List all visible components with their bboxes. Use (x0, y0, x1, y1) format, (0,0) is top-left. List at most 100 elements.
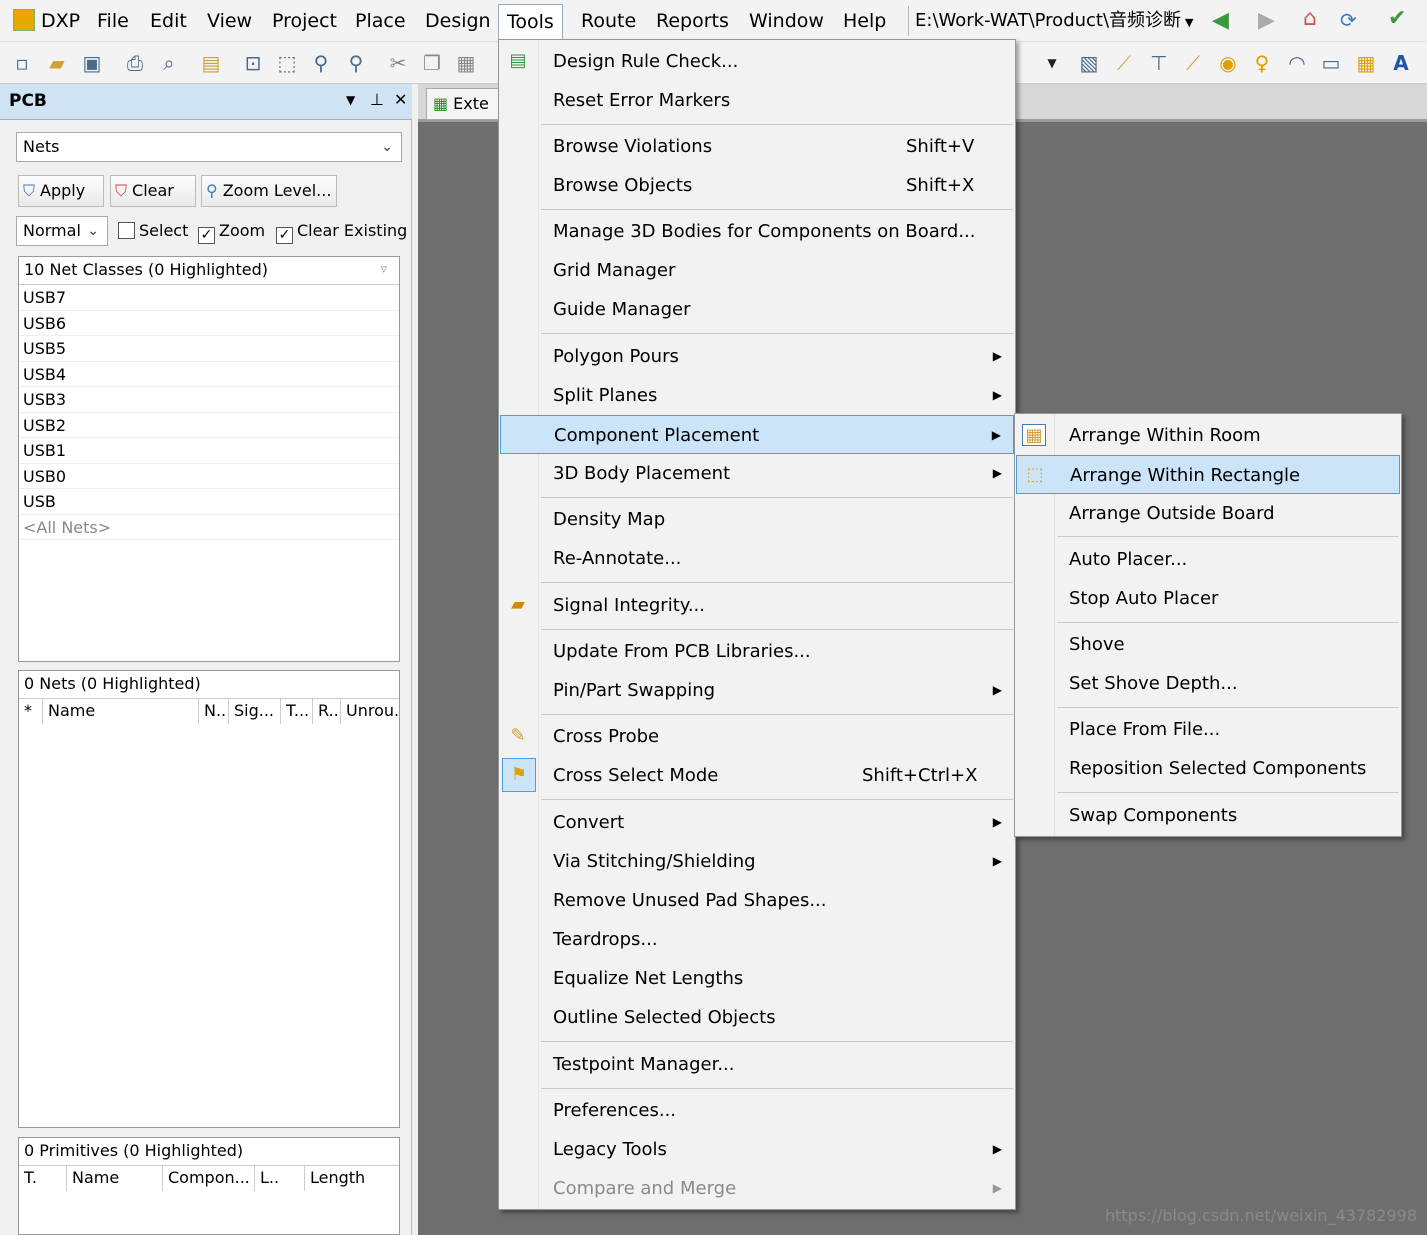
chevron-down-icon[interactable]: ▼ (1040, 51, 1064, 75)
list-item[interactable]: USB0 (19, 464, 399, 489)
menu-item-teardrops[interactable]: Teardrops... (500, 920, 1014, 959)
copy-icon[interactable]: ❐ (420, 51, 444, 75)
menu-item-testpoint-manager[interactable]: Testpoint Manager... (500, 1045, 1014, 1084)
list-item[interactable]: USB4 (19, 362, 399, 387)
via-icon[interactable]: ♀ (1250, 51, 1274, 75)
list-item[interactable]: USB3 (19, 387, 399, 413)
clear-button[interactable]: ⛉ Clear (110, 175, 196, 207)
panel-menu-icon[interactable]: ▼ (346, 93, 355, 107)
menu-project[interactable]: Project (269, 8, 340, 34)
menu-item-outline-selected-objects[interactable]: Outline Selected Objects (500, 998, 1014, 1037)
menu-place[interactable]: Place (352, 8, 409, 34)
fill-icon[interactable]: ▭ (1319, 51, 1343, 75)
menu-item-signal-integrity[interactable]: ▰ Signal Integrity... (500, 586, 1014, 625)
string-icon[interactable]: A (1389, 51, 1413, 75)
zoom-checkbox[interactable]: ✓ Zoom (198, 220, 265, 244)
menu-item-reposition-selected-components[interactable]: Reposition Selected Components (1016, 749, 1400, 788)
menu-item-arrange-within-room[interactable]: ▦ Arrange Within Room (1016, 416, 1400, 455)
menu-item-compare-and-merge[interactable]: Compare and Merge ▶ (500, 1169, 1014, 1208)
save-icon[interactable]: ▣ (80, 51, 104, 75)
menu-reports[interactable]: Reports (653, 8, 732, 34)
select-checkbox[interactable]: Select (118, 220, 188, 242)
open-project-icon[interactable]: ▤ (199, 51, 223, 75)
cut-icon[interactable]: ✂ (386, 51, 410, 75)
col-unrouted[interactable]: Unrou... (341, 699, 399, 724)
menu-item-remove-unused-pad-shapes[interactable]: Remove Unused Pad Shapes... (500, 881, 1014, 920)
sort-icon[interactable]: ▿ (380, 257, 387, 283)
path-combo[interactable]: E:\Work-WAT\Product\音频诊断 ▼ (908, 6, 1208, 36)
menu-item-grid-manager[interactable]: Grid Manager (500, 251, 1014, 290)
menu-item-polygon-pours[interactable]: Polygon Pours ▶ (500, 337, 1014, 376)
col-name[interactable]: Name (43, 699, 199, 724)
pin-icon[interactable]: ⊥ (370, 90, 384, 109)
dxp-menu[interactable]: DXP (10, 8, 83, 34)
zoom-fit-icon[interactable]: ⊡ (241, 51, 265, 75)
menu-item-legacy-tools[interactable]: Legacy Tools ▶ (500, 1130, 1014, 1169)
mask-mode-select[interactable]: Normal ⌄ (16, 216, 108, 246)
menu-edit[interactable]: Edit (147, 8, 190, 34)
list-item[interactable]: USB (19, 489, 399, 515)
menu-design[interactable]: Design (422, 8, 494, 34)
menu-item-browse-violations[interactable]: Browse Violations Shift+V (500, 127, 1014, 166)
col-signal[interactable]: Sig... (229, 699, 281, 724)
col-length[interactable]: Length (305, 1166, 399, 1191)
zoom-area-icon[interactable]: ⬚ (275, 51, 299, 75)
menu-item-cross-select-mode[interactable]: ⚑ Cross Select Mode Shift+Ctrl+X (500, 756, 1014, 795)
print-preview-icon[interactable]: ⌕ (157, 51, 181, 75)
list-item[interactable]: USB1 (19, 438, 399, 464)
pad-icon[interactable]: ◉ (1216, 51, 1240, 75)
menu-item-arrange-within-rectangle[interactable]: ⬚ Arrange Within Rectangle (1016, 455, 1400, 494)
close-icon[interactable]: ✕ (394, 90, 407, 109)
menu-item-stop-auto-placer[interactable]: Stop Auto Placer (1016, 579, 1400, 618)
panel-mode-select[interactable]: Nets ⌄ (16, 132, 402, 162)
menu-item-place-from-file[interactable]: Place From File... (1016, 710, 1400, 749)
home-icon[interactable]: ⌂ (1303, 6, 1317, 31)
menu-item-swap-components[interactable]: Swap Components (1016, 796, 1400, 835)
polygon-icon[interactable]: ▦ (1354, 51, 1378, 75)
list-item[interactable]: USB5 (19, 336, 399, 362)
menu-item-density-map[interactable]: Density Map (500, 500, 1014, 539)
menu-item-via-stitching[interactable]: Via Stitching/Shielding ▶ (500, 842, 1014, 881)
menu-help[interactable]: Help (840, 8, 889, 34)
menu-item-shove[interactable]: Shove (1016, 625, 1400, 664)
menu-item-re-annotate[interactable]: Re-Annotate... (500, 539, 1014, 578)
list-item[interactable]: USB7 (19, 285, 399, 311)
col-type[interactable]: T. (19, 1166, 67, 1191)
menu-item-design-rule-check[interactable]: ▤ Design Rule Check... (500, 42, 1014, 81)
menu-file[interactable]: File (94, 8, 132, 34)
zoom-level-button[interactable]: ⚲ Zoom Level... (201, 175, 337, 207)
col-component[interactable]: Compon... (163, 1166, 255, 1191)
menu-window[interactable]: Window (746, 8, 827, 34)
col-node-count[interactable]: N.. (199, 699, 229, 724)
pcb-doc-icon[interactable]: ✔ (1388, 6, 1406, 31)
clear-existing-checkbox[interactable]: ✓ Clear Existing (276, 220, 407, 244)
list-item[interactable]: <All Nets> (19, 515, 399, 540)
menu-item-browse-objects[interactable]: Browse Objects Shift+X (500, 166, 1014, 205)
menu-item-guide-manager[interactable]: Guide Manager (500, 290, 1014, 329)
menu-route[interactable]: Route (578, 8, 639, 34)
paste-icon[interactable]: ▦ (454, 51, 478, 75)
list-item[interactable]: USB6 (19, 311, 399, 336)
print-icon[interactable]: ⎙ (123, 51, 147, 75)
route-diff-pair-icon[interactable]: ⟋ (1112, 51, 1136, 75)
col-layer[interactable]: L.. (255, 1166, 305, 1191)
menu-item-split-planes[interactable]: Split Planes ▶ (500, 376, 1014, 415)
menu-item-manage-3d-bodies[interactable]: Manage 3D Bodies for Components on Board… (500, 212, 1014, 251)
back-icon[interactable]: ◀ (1212, 8, 1229, 33)
refresh-icon[interactable]: ⟳ (1340, 8, 1357, 32)
col-name[interactable]: Name (67, 1166, 163, 1191)
interactive-route-icon[interactable]: ▧ (1077, 51, 1101, 75)
menu-item-reset-error-markers[interactable]: Reset Error Markers (500, 81, 1014, 120)
menu-item-preferences[interactable]: Preferences... (500, 1091, 1014, 1130)
menu-item-update-from-pcb-libraries[interactable]: Update From PCB Libraries... (500, 632, 1014, 671)
zoom-selected-icon[interactable]: ⚲ (309, 51, 333, 75)
document-tab[interactable]: ▦ Exte (426, 88, 506, 120)
new-icon[interactable]: ▫ (10, 51, 34, 75)
menu-item-auto-placer[interactable]: Auto Placer... (1016, 540, 1400, 579)
interactive-length-icon[interactable]: ⟋ (1181, 51, 1205, 75)
list-item[interactable]: USB2 (19, 413, 399, 438)
menu-item-3d-body-placement[interactable]: 3D Body Placement ▶ (500, 454, 1014, 493)
menu-view[interactable]: View (204, 8, 255, 34)
col-star[interactable]: * (19, 699, 43, 724)
open-icon[interactable]: ▰ (45, 51, 69, 75)
